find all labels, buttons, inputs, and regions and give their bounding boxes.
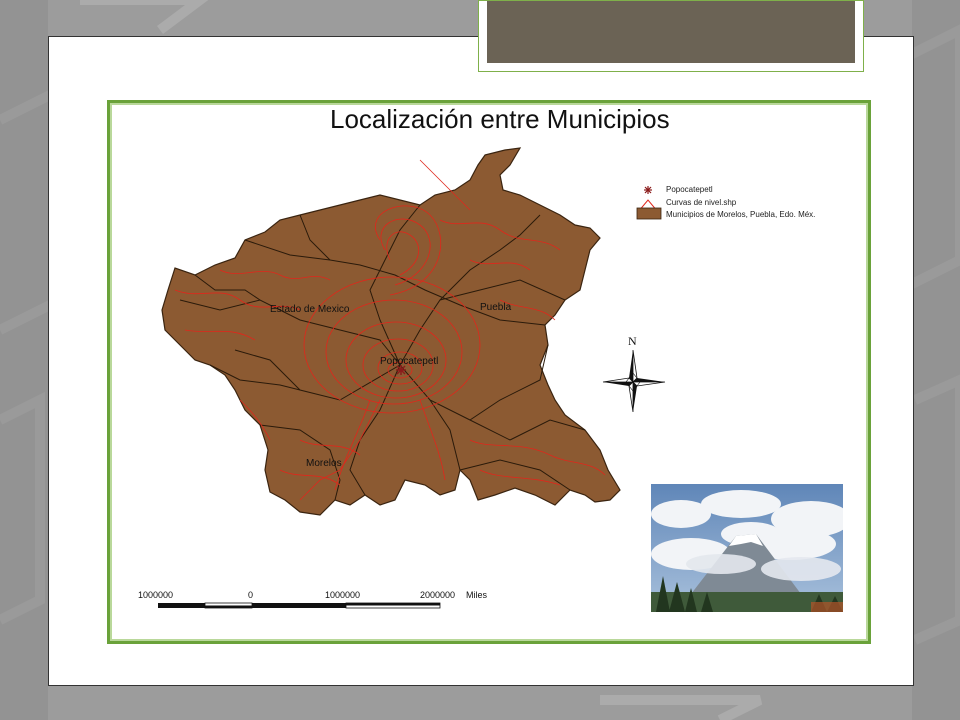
scale-bar xyxy=(158,602,441,609)
north-arrow-icon xyxy=(602,349,666,413)
label-puebla: Puebla xyxy=(480,302,512,313)
legend-label-contours: Curvas de nivel.shp xyxy=(666,198,737,207)
scale-tick-3: 1000000 xyxy=(325,590,361,600)
scale-tick-4: 2000000 xyxy=(420,590,456,600)
legend-label-municipalities: Municipios de Morelos, Puebla, Edo. Méx. xyxy=(666,210,816,219)
scale-tick-2: 0 xyxy=(248,590,254,600)
scale-tick-1: 1000000 xyxy=(138,590,174,600)
north-label: N xyxy=(628,334,637,348)
legend-asterisk-icon xyxy=(644,186,652,194)
label-popocatepetl: Popocatepetl xyxy=(380,356,439,367)
legend-polygon-icon xyxy=(636,207,662,220)
volcano-photo-image xyxy=(651,484,843,612)
label-morelos: Morelos xyxy=(306,458,342,469)
legend-label-popocatepetl: Popocatepetl xyxy=(666,185,713,194)
map-layer xyxy=(158,147,666,609)
scale-unit: Miles xyxy=(466,590,488,600)
label-estado-de-mexico: Estado de Mexico xyxy=(270,304,350,315)
volcano-photo xyxy=(651,484,843,612)
